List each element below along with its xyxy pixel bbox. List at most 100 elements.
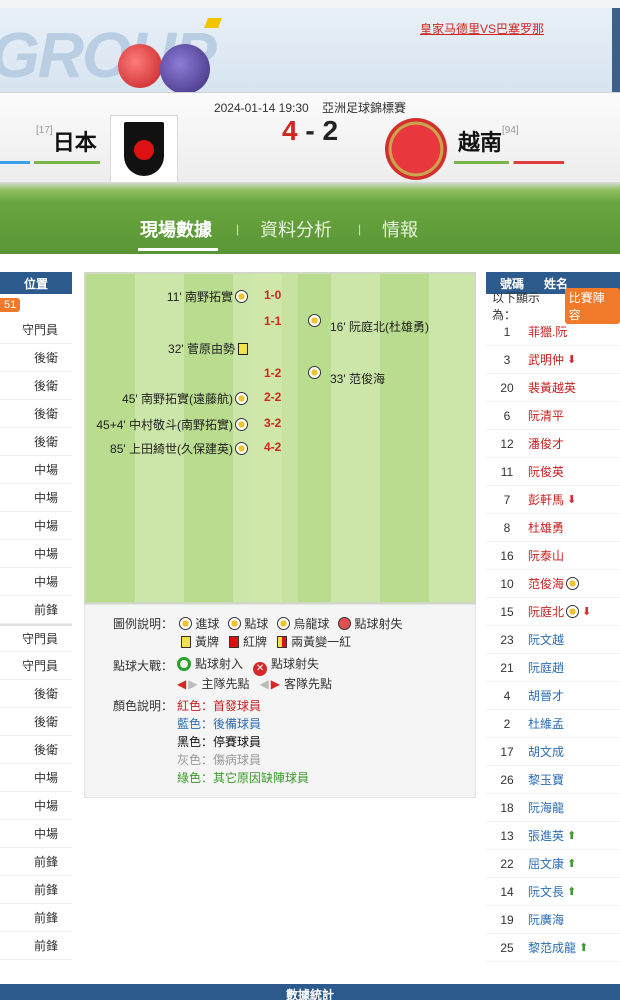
player-name[interactable]: 阮庭趙	[528, 659, 564, 676]
player-name[interactable]: 黎范成龍	[528, 939, 576, 956]
main-tabs: 現場數據 | 資料分析 | 情報	[0, 202, 620, 254]
player-name[interactable]: 裴黃越英	[528, 379, 576, 396]
sub-in-arrow-icon: ⬆	[567, 858, 577, 870]
tab-intel[interactable]: 情報	[382, 216, 418, 242]
player-row[interactable]: 19 阮廣海	[486, 906, 620, 934]
player-row[interactable]: 7 彭軒馬 ⬇	[486, 486, 620, 514]
position-row: 中場	[0, 568, 72, 596]
player-name[interactable]: 彭軒馬	[528, 491, 564, 508]
player-row[interactable]: 15 阮庭北 ⬇	[486, 598, 620, 626]
goal-icon	[308, 314, 321, 327]
legend-order-row: ◀ ▶ 主隊先點 ◀ ▶ 客隊先點	[177, 675, 332, 692]
player-row[interactable]: 6 阮清平	[486, 402, 620, 430]
player-row[interactable]: 21 阮庭趙	[486, 654, 620, 682]
banner-side-bar	[612, 8, 620, 92]
player-number: 3	[503, 352, 511, 367]
away-first-icon: ▶	[270, 677, 280, 691]
player-row[interactable]: 23 阮文越	[486, 626, 620, 654]
away-first-icon-gray: ◀	[259, 677, 269, 691]
home-underline	[0, 161, 100, 164]
player-name[interactable]: 阮庭北	[528, 603, 564, 620]
player-name[interactable]: 武明仲	[528, 351, 564, 368]
event-timeline: 11' 南野拓實 1-0 1-1 16' 阮庭北(杜雄勇) 32' 菅原由勢 1-2 33'…	[84, 272, 476, 604]
home-score: 4	[281, 115, 298, 146]
stats-section-header[interactable]: 數據統計	[0, 984, 620, 1002]
home-event: 32' 菅原由勢	[168, 340, 248, 357]
legend-cards-row: 黃牌 紅牌 兩黃變一紅	[181, 633, 351, 650]
player-row[interactable]: 12 潘俊才	[486, 430, 620, 458]
lineup-view-label: 以下顯示為：	[492, 291, 541, 322]
player-name[interactable]: 胡晉才	[528, 687, 564, 704]
position-row: 中場	[0, 820, 72, 848]
player-row[interactable]: 3 武明仲 ⬇	[486, 346, 620, 374]
player-number: 23	[500, 632, 514, 647]
promo-link[interactable]: 皇家马德里VS巴塞罗那	[420, 20, 544, 37]
player-name[interactable]: 阮清平	[528, 407, 564, 424]
player-row[interactable]: 26 黎玉寶	[486, 766, 620, 794]
player-name[interactable]: 阮文長	[528, 883, 564, 900]
player-row[interactable]: 25 黎范成龍 ⬆	[486, 934, 620, 962]
left-badge: 51	[0, 294, 72, 316]
lineup-view-toggle[interactable]: 比賽陣容	[564, 288, 620, 324]
position-row: 前鋒	[0, 876, 72, 904]
home-event: 85' 上田綺世(久保建英)	[110, 440, 248, 457]
player-name[interactable]: 阮海龍	[528, 799, 564, 816]
player-row[interactable]: 17 胡文成	[486, 738, 620, 766]
position-row: 前鋒	[0, 848, 72, 876]
position-row: 後衛	[0, 428, 72, 456]
player-name[interactable]: 屈文康	[528, 855, 564, 872]
player-row[interactable]: 4 胡晉才	[486, 682, 620, 710]
player-number: 11	[500, 464, 514, 479]
away-score: 2	[322, 115, 339, 146]
player-row[interactable]: 10 范俊海	[486, 570, 620, 598]
legend-shootout-miss: 點球射失	[271, 657, 320, 671]
player-row[interactable]: 13 張進英 ⬆	[486, 822, 620, 850]
player-name[interactable]: 范俊海	[528, 575, 564, 592]
player-name[interactable]: 杜雄勇	[528, 519, 564, 536]
player-name[interactable]: 張進英	[528, 827, 564, 844]
legend-penalty-miss: 點球射失	[354, 617, 403, 631]
home-event-text: 45+4' 中村敬斗(南野拓實)	[96, 418, 233, 432]
player-row[interactable]: 11 阮俊英	[486, 458, 620, 486]
player-name[interactable]: 胡文成	[528, 743, 564, 760]
player-row[interactable]: 20 裴黃越英	[486, 374, 620, 402]
player-row[interactable]: 22 屈文康 ⬆	[486, 850, 620, 878]
player-name[interactable]: 菲獵.阮	[528, 323, 567, 340]
left-badge-value: 51	[0, 298, 21, 312]
player-number: 26	[500, 772, 514, 787]
tab-analysis[interactable]: 資料分析	[260, 216, 332, 242]
legend-second-yellow: 兩黃變一紅	[291, 635, 352, 649]
player-number: 6	[503, 408, 511, 423]
away-event-text: 33' 范俊海	[330, 372, 385, 386]
player-row[interactable]: 14 阮文長 ⬆	[486, 878, 620, 906]
home-first-icon: ◀	[177, 677, 187, 691]
player-number: 13	[500, 828, 514, 843]
player-number: 2	[503, 716, 511, 731]
player-number: 4	[503, 688, 511, 703]
position-row: 中場	[0, 792, 72, 820]
player-row[interactable]: 16 阮泰山	[486, 542, 620, 570]
player-row[interactable]: 2 杜維孟	[486, 710, 620, 738]
match-competition: 亞洲足球錦標賽	[322, 101, 407, 115]
position-row: 守門員	[0, 316, 72, 344]
tab-live-data[interactable]: 現場數據	[140, 216, 212, 242]
player-number: 19	[500, 912, 514, 927]
player-name[interactable]: 阮泰山	[528, 547, 564, 564]
player-name[interactable]: 杜維孟	[528, 715, 564, 732]
goal-icon	[235, 290, 248, 303]
away-team[interactable]: 越南[94]	[458, 125, 519, 157]
away-crest	[382, 115, 450, 183]
goal-icon	[566, 577, 580, 590]
player-row[interactable]: 18 阮海龍	[486, 794, 620, 822]
player-name[interactable]: 阮文越	[528, 631, 564, 648]
player-name[interactable]: 阮俊英	[528, 463, 564, 480]
player-number: 12	[500, 436, 514, 451]
player-row[interactable]: 8 杜雄勇	[486, 514, 620, 542]
player-name[interactable]: 阮廣海	[528, 911, 564, 928]
home-event-text: 45' 南野拓實(遠藤航)	[122, 392, 233, 406]
player-name[interactable]: 潘俊才	[528, 435, 564, 452]
shootout-miss-icon: ✕	[253, 662, 268, 676]
player-number: 18	[500, 800, 514, 815]
legend-icons-label: 圖例說明：	[113, 617, 174, 631]
player-name[interactable]: 黎玉寶	[528, 771, 564, 788]
